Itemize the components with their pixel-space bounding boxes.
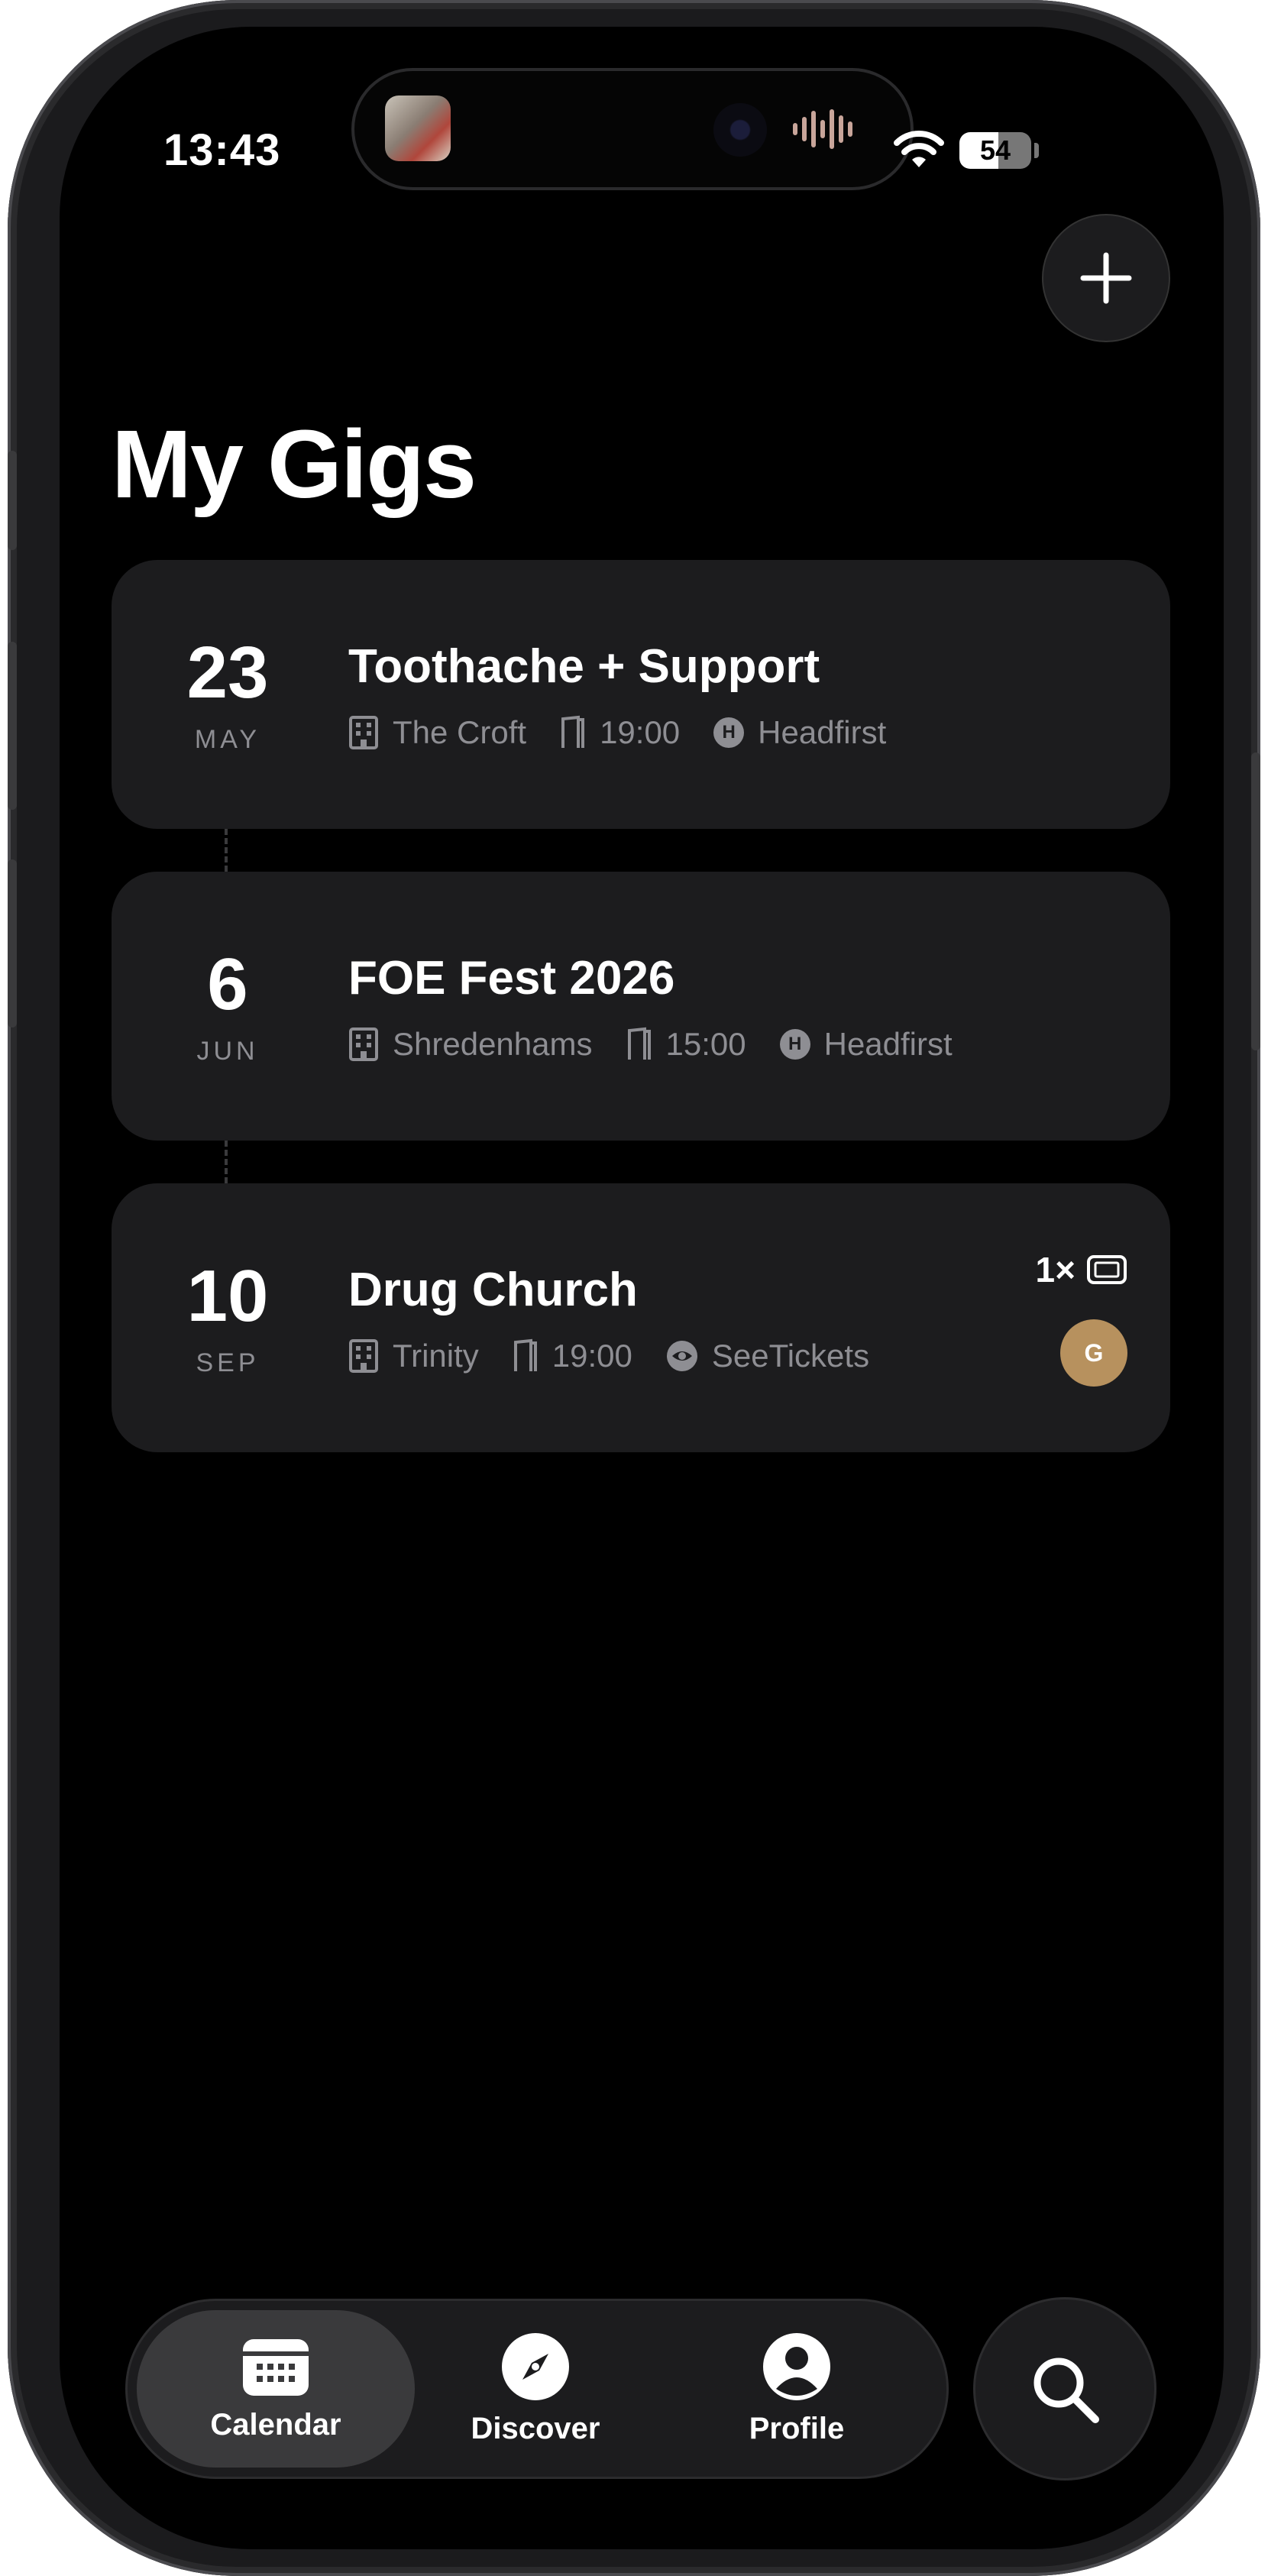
gig-venue-label: Shredenhams <box>393 1026 593 1062</box>
calendar-icon <box>243 2338 309 2396</box>
provider-badge-icon: H <box>779 1029 810 1060</box>
dynamic-island[interactable] <box>354 71 911 187</box>
gig-doors-time: 19:00 <box>560 714 680 751</box>
gig-day: 23 <box>186 632 269 714</box>
plus-icon <box>1080 252 1132 304</box>
tab-calendar-label: Calendar <box>210 2407 341 2442</box>
provider-badge-icon: H <box>713 717 745 748</box>
gig-doors-time: 15:00 <box>626 1026 746 1063</box>
gig-ticket-provider: SeeTickets <box>666 1338 869 1374</box>
gig-ticket-provider: H Headfirst <box>713 714 886 751</box>
gig-title: FOE Fest 2026 <box>348 952 675 1005</box>
ticket-count-label: 1× <box>1035 1250 1076 1290</box>
tab-discover[interactable]: Discover <box>396 2310 674 2468</box>
gig-date: 23 MAY <box>157 560 298 829</box>
gig-venue-label: Trinity <box>393 1338 479 1374</box>
gig-day: 6 <box>207 943 248 1025</box>
action-button <box>8 451 17 550</box>
gig-day: 10 <box>186 1255 269 1337</box>
audio-waveform-icon <box>793 109 852 149</box>
ticket-count: 1× <box>1036 1249 1127 1290</box>
ticket-icon <box>1087 1255 1127 1284</box>
building-icon <box>349 716 378 749</box>
search-button[interactable] <box>973 2297 1156 2481</box>
gig-time-label: 19:00 <box>600 714 681 750</box>
gig-meta: The Croft 19:00 H Headfirst <box>348 710 920 756</box>
tab-calendar[interactable]: Calendar <box>137 2310 415 2468</box>
gig-venue: Shredenhams <box>348 1026 593 1063</box>
page-title: My Gigs <box>112 410 477 518</box>
status-indicators: 54 <box>894 128 1062 176</box>
timeline-connector <box>225 1141 228 1183</box>
battery-icon: 54 <box>959 132 1031 169</box>
gig-card[interactable]: 23 MAY Toothache + Support The Croft 19:… <box>112 560 1170 829</box>
gig-card[interactable]: 10 SEP Drug Church Trinity 19:00 SeeTick… <box>112 1183 1170 1452</box>
gig-month: JUN <box>196 1037 259 1066</box>
search-icon <box>1033 2358 1099 2423</box>
gig-provider-label: Headfirst <box>823 1026 953 1062</box>
gig-title: Toothache + Support <box>348 640 820 693</box>
gig-date: 10 SEP <box>157 1183 298 1452</box>
tab-bar: Calendar Discover Profile <box>125 2299 949 2479</box>
door-icon <box>627 1027 651 1060</box>
gig-venue: The Croft <box>348 714 526 751</box>
tab-profile[interactable]: Profile <box>658 2310 936 2468</box>
person-icon <box>763 2332 830 2400</box>
gig-date: 6 JUN <box>157 872 298 1141</box>
tab-profile-label: Profile <box>749 2411 845 2445</box>
volume-up-button <box>8 642 17 810</box>
gig-provider-label: SeeTickets <box>711 1338 870 1374</box>
gig-time-label: 19:00 <box>552 1338 632 1374</box>
gig-venue-label: The Croft <box>393 714 527 750</box>
eye-icon <box>666 1341 697 1371</box>
gig-time-label: 15:00 <box>665 1026 746 1062</box>
phone-frame: 13:43 54 My Gigs 23 MAY Toothache + Supp… <box>8 0 1260 2576</box>
attendee-avatar[interactable]: G <box>1060 1319 1127 1387</box>
building-icon <box>349 1339 378 1373</box>
album-art-thumbnail <box>385 95 451 161</box>
door-icon <box>561 715 585 748</box>
gig-title: Drug Church <box>348 1264 638 1316</box>
gig-card[interactable]: 6 JUN FOE Fest 2026 Shredenhams 15:00 H … <box>112 872 1170 1141</box>
timeline-connector <box>225 829 228 872</box>
building-icon <box>349 1027 378 1061</box>
power-button <box>1251 752 1260 1050</box>
door-icon <box>513 1338 537 1371</box>
status-time: 13:43 <box>163 125 281 175</box>
screen: 13:43 54 My Gigs 23 MAY Toothache + Supp… <box>60 27 1224 2549</box>
gig-month: SEP <box>196 1348 260 1377</box>
gig-venue: Trinity <box>348 1338 479 1374</box>
compass-icon <box>502 2332 569 2400</box>
volume-down-button <box>8 859 17 1027</box>
gig-provider-label: Headfirst <box>758 714 887 750</box>
gig-doors-time: 19:00 <box>513 1338 632 1374</box>
gig-meta: Trinity 19:00 SeeTickets <box>348 1333 903 1379</box>
front-camera <box>713 103 767 157</box>
add-gig-button[interactable] <box>1042 214 1170 342</box>
gig-month: MAY <box>194 725 261 754</box>
battery-tip <box>1034 143 1039 158</box>
gig-ticket-provider: H Headfirst <box>779 1026 953 1063</box>
wifi-icon <box>894 131 944 167</box>
gig-meta: Shredenhams 15:00 H Headfirst <box>348 1021 986 1067</box>
tab-discover-label: Discover <box>471 2411 600 2445</box>
